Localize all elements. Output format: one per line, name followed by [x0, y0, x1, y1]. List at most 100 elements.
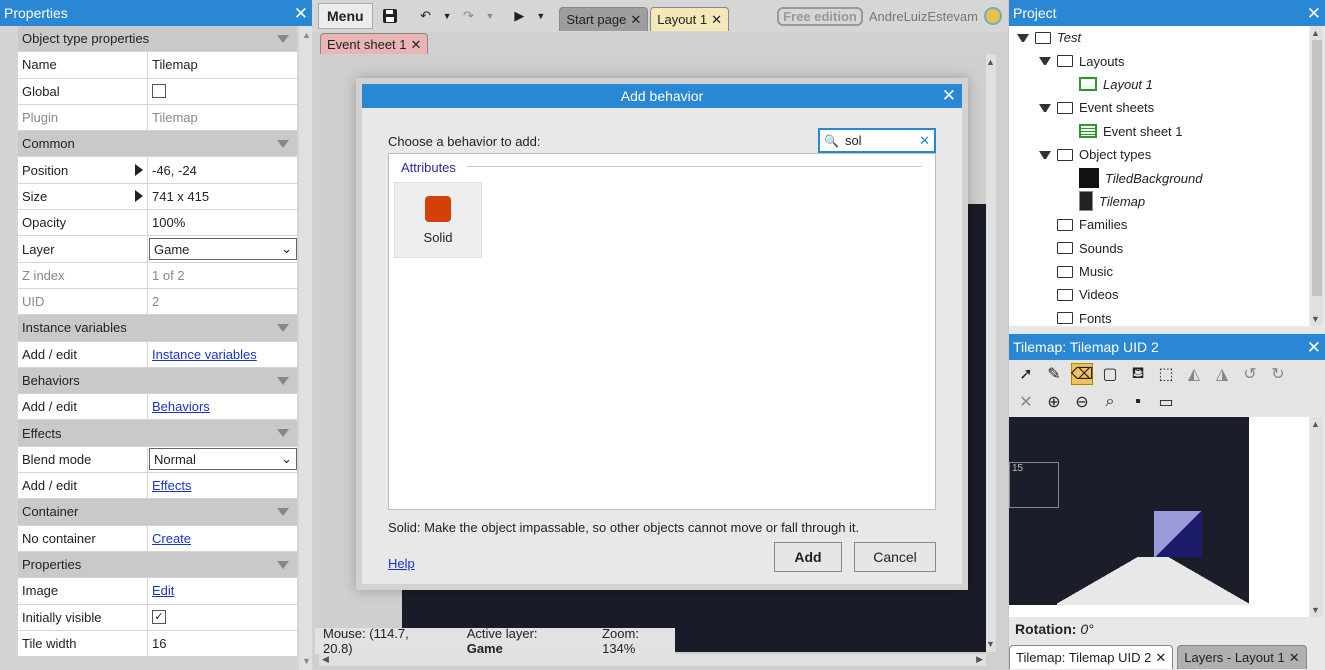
close-icon[interactable]: ✕ [1307, 339, 1321, 356]
property-link[interactable]: Behaviors [152, 399, 210, 414]
expand-icon[interactable] [1039, 150, 1051, 159]
tree-item[interactable]: Sounds [1009, 237, 1309, 260]
tree-item[interactable]: Layouts [1009, 49, 1309, 72]
clear-icon[interactable]: ✕ [1015, 391, 1037, 413]
close-icon[interactable]: ✕ [1289, 650, 1300, 666]
close-icon[interactable]: ✕ [942, 87, 956, 104]
tree-item[interactable]: Videos [1009, 283, 1309, 306]
help-link[interactable]: Help [388, 556, 415, 571]
close-icon[interactable]: ✕ [711, 12, 722, 28]
tab-start-page[interactable]: Start page ✕ [559, 7, 649, 31]
property-value[interactable]: Instance variables [148, 341, 297, 367]
zoom-in-icon[interactable]: ⊕ [1043, 391, 1065, 413]
property-value[interactable]: 1 of 2 [148, 262, 297, 288]
close-icon[interactable]: ✕ [630, 12, 641, 28]
menu-button[interactable]: Menu [318, 3, 373, 29]
pencil-icon[interactable]: ✎ [1043, 363, 1065, 385]
property-value[interactable]: Effects [148, 473, 297, 499]
save-icon[interactable] [379, 5, 401, 27]
category-header[interactable]: Instance variables [18, 315, 297, 342]
tree-item[interactable]: Object types [1009, 143, 1309, 166]
search-field[interactable]: 🔍 sol ✕ [818, 128, 936, 153]
property-value[interactable]: Tilemap [148, 104, 297, 131]
category-header[interactable]: Properties [18, 551, 297, 579]
tree-item[interactable]: Tilemap [1009, 190, 1309, 213]
tab-layers[interactable]: Layers - Layout 1 ✕ [1177, 645, 1307, 669]
play-icon[interactable]: ▶ [508, 5, 530, 27]
folder-icon[interactable]: ▭ [1155, 391, 1177, 413]
eraser-icon[interactable]: ⌫ [1071, 363, 1093, 385]
search-input[interactable]: sol [845, 133, 913, 148]
property-value[interactable] [148, 78, 297, 104]
tree-item[interactable]: Families [1009, 213, 1309, 236]
mirror-icon[interactable]: ◭ [1183, 363, 1205, 385]
collapse-icon[interactable] [277, 376, 289, 385]
property-value[interactable]: Game ⌄ [148, 236, 297, 262]
tree-item[interactable]: Music [1009, 260, 1309, 283]
fill-icon[interactable]: ⛾ [1127, 363, 1149, 385]
close-icon[interactable]: ✕ [294, 5, 308, 22]
vertical-scrollbar[interactable]: ▲ ▼ [986, 54, 996, 652]
add-button[interactable]: Add [774, 542, 842, 572]
collapse-icon[interactable] [277, 139, 289, 148]
rectangle-icon[interactable]: ▢ [1099, 363, 1121, 385]
property-link[interactable]: Edit [152, 583, 174, 598]
property-value[interactable]: 741 x 415 [148, 183, 297, 210]
category-header[interactable]: Common [18, 131, 297, 158]
expand-icon[interactable] [1039, 57, 1051, 66]
collapse-icon[interactable] [277, 429, 289, 438]
property-link[interactable]: Create [152, 531, 191, 546]
expand-icon[interactable] [135, 190, 143, 203]
zoom-out-icon[interactable]: ⊖ [1071, 391, 1093, 413]
property-link[interactable]: Effects [152, 478, 192, 493]
rotate-ccw-icon[interactable]: ↺ [1239, 363, 1261, 385]
collapse-icon[interactable] [277, 507, 289, 516]
zoom-reset-icon[interactable]: ⌕ [1099, 391, 1121, 413]
flip-icon[interactable]: ◮ [1211, 363, 1233, 385]
tileset-scrollbar[interactable]: ▲ ▼ [1311, 417, 1323, 617]
property-value[interactable]: ✓ [148, 604, 297, 630]
tileset-canvas[interactable]: 15 [1009, 417, 1309, 617]
rotate-cw-icon[interactable]: ↻ [1267, 363, 1289, 385]
tree-item[interactable]: Layout 1 [1009, 73, 1309, 96]
expand-icon[interactable] [135, 164, 143, 177]
tab-event-sheet-1[interactable]: Event sheet 1 ✕ [320, 33, 429, 55]
tree-item[interactable]: TiledBackground [1009, 166, 1309, 189]
properties-scrollbar[interactable]: ▲ ▼ [299, 26, 312, 670]
expand-icon[interactable] [1017, 33, 1029, 42]
property-value[interactable]: Behaviors [148, 394, 297, 420]
pointer-icon[interactable]: ➚ [1015, 363, 1037, 385]
close-icon[interactable]: ✕ [1307, 5, 1321, 22]
collapse-icon[interactable] [277, 560, 289, 569]
category-header[interactable]: Object type properties [18, 26, 297, 53]
tree-item[interactable]: Fonts [1009, 307, 1309, 326]
undo-icon[interactable]: ↶ [415, 5, 437, 27]
property-value[interactable]: 2 [148, 288, 297, 315]
collapse-icon[interactable] [277, 323, 289, 332]
dropdown[interactable]: Normal ⌄ [149, 448, 297, 471]
dropdown[interactable]: Game ⌄ [149, 238, 297, 261]
tab-tilemap[interactable]: Tilemap: Tilemap UID 2 ✕ [1009, 645, 1174, 669]
save-icon[interactable]: ▪ [1127, 391, 1149, 413]
tree-item[interactable]: Event sheets [1009, 96, 1309, 119]
selection-icon[interactable]: ⬚ [1155, 363, 1177, 385]
collapse-icon[interactable] [277, 34, 289, 43]
checkbox[interactable]: ✓ [152, 610, 166, 625]
checkbox[interactable] [152, 84, 166, 99]
property-value[interactable]: 100% [148, 210, 297, 236]
clear-search-icon[interactable]: ✕ [919, 133, 930, 149]
redo-icon[interactable]: ↷ [457, 5, 479, 27]
tab-layout-1[interactable]: Layout 1 ✕ [650, 7, 730, 31]
property-value[interactable]: Tilemap [148, 52, 297, 78]
close-icon[interactable]: ✕ [411, 37, 422, 53]
property-value[interactable]: Edit [148, 578, 297, 604]
property-value[interactable]: -46, -24 [148, 157, 297, 183]
tree-item[interactable]: Test [1009, 26, 1309, 49]
behavior-item-solid[interactable]: Solid [394, 182, 482, 258]
expand-icon[interactable] [1039, 103, 1051, 112]
project-scrollbar[interactable]: ▲ ▼ [1311, 26, 1323, 326]
category-header[interactable]: Container [18, 499, 297, 526]
property-value[interactable]: Normal ⌄ [148, 446, 297, 473]
cancel-button[interactable]: Cancel [854, 542, 936, 572]
property-link[interactable]: Instance variables [152, 347, 257, 362]
